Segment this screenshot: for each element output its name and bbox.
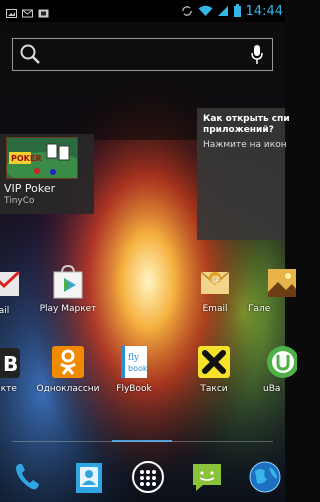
app-label: Play Маркет: [39, 304, 97, 314]
page-indicator: [112, 440, 172, 442]
svg-text:book: book: [128, 364, 148, 373]
contacts-icon[interactable]: [71, 459, 107, 495]
widget-title: VIP Poker: [4, 182, 56, 195]
hint-card[interactable]: Как открыть спи приложений? Нажмите на и…: [197, 108, 290, 240]
notification-icons[interactable]: [6, 4, 49, 18]
app-flybook[interactable]: fly book FlyBook: [102, 344, 166, 394]
clock: 14:44: [245, 3, 283, 19]
app-label: Одноклассни: [36, 384, 100, 394]
svg-text:fly: fly: [128, 353, 140, 363]
messaging-icon[interactable]: [189, 459, 225, 495]
screenshot-icon: [38, 4, 49, 18]
svg-text:@: @: [211, 275, 220, 285]
picture-icon: [6, 4, 17, 18]
status-bar: 14:44: [0, 0, 285, 22]
app-taxi[interactable]: Такси: [182, 344, 246, 394]
sync-icon: [181, 2, 193, 21]
wallpaper: [0, 0, 285, 502]
browser-icon[interactable]: [247, 459, 283, 495]
app-vkontakte[interactable]: B акте: [0, 344, 38, 394]
phone-icon[interactable]: [10, 459, 46, 495]
app-label: ail: [0, 306, 10, 316]
gallery-icon: [262, 264, 298, 300]
svg-text:B: B: [3, 352, 18, 376]
search-bar[interactable]: [12, 38, 273, 71]
app-gmail[interactable]: ail: [0, 266, 36, 316]
app-email[interactable]: @ Email: [183, 264, 247, 314]
vkontakte-icon: B: [0, 344, 24, 380]
taxi-icon: [196, 344, 232, 380]
app-label: акте: [0, 384, 17, 394]
mail-icon: [22, 4, 33, 18]
microphone-icon[interactable]: [250, 44, 264, 70]
hint-body: Нажмите на икон: [203, 140, 287, 150]
flybook-icon: fly book: [116, 344, 152, 380]
odnoklassniki-icon: [50, 344, 86, 380]
ubank-icon: [261, 344, 299, 380]
widget-subtitle: TinyCo: [4, 196, 35, 206]
battery-icon: [233, 2, 241, 21]
vip-poker-widget[interactable]: POKER VIP Poker TinyCo: [0, 134, 94, 214]
hint-title: Как открыть спи приложений?: [203, 114, 290, 135]
apps-drawer-icon[interactable]: [130, 459, 166, 495]
app-gallery[interactable]: Гале: [248, 264, 312, 314]
app-ubank[interactable]: uBa: [247, 344, 311, 394]
vip-poker-image: POKER: [6, 137, 78, 179]
svg-text:POKER: POKER: [11, 154, 42, 163]
search-icon[interactable]: [19, 43, 43, 71]
email-icon: @: [197, 264, 233, 300]
app-label: Email: [202, 304, 228, 314]
app-label: uBa: [263, 384, 281, 394]
signal-icon: [217, 2, 229, 21]
app-label: FlyBook: [116, 384, 152, 394]
app-play-market[interactable]: Play Маркет: [36, 264, 100, 314]
wifi-icon: [198, 2, 213, 21]
app-label: Гале: [248, 304, 271, 314]
app-odnoklassniki[interactable]: Одноклассни: [36, 344, 100, 394]
gmail-icon: [0, 266, 22, 302]
app-label: Такси: [200, 384, 228, 394]
play-market-icon: [50, 264, 86, 300]
